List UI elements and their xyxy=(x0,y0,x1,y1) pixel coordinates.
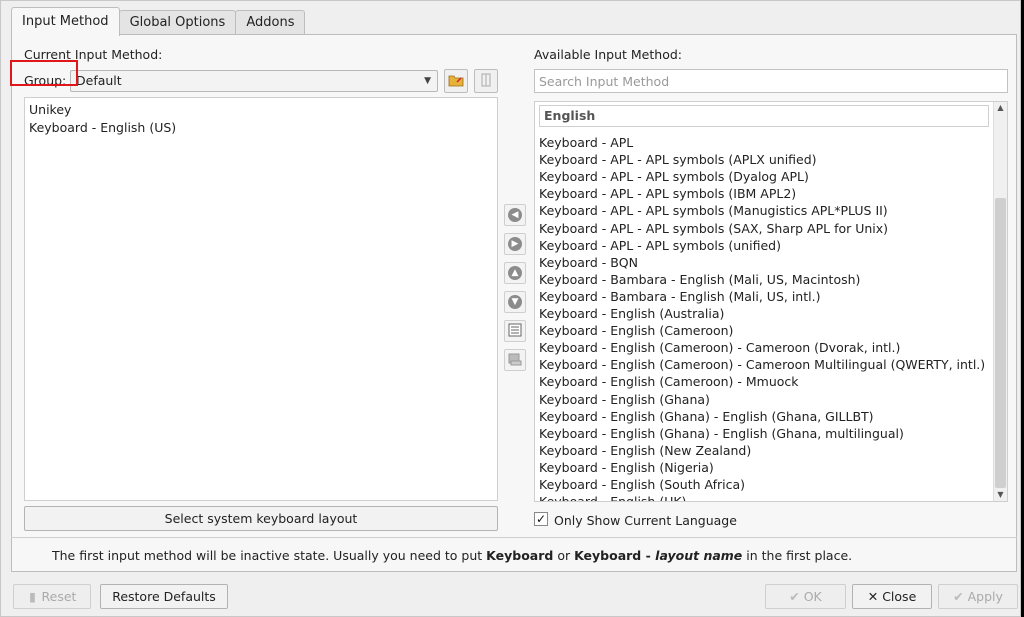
list-item[interactable]: Keyboard - Bambara - English (Mali, US, … xyxy=(539,288,820,305)
list-item[interactable]: Keyboard - APL - APL symbols (Manugistic… xyxy=(539,202,888,219)
chevron-down-icon: ▼ xyxy=(424,76,431,86)
highlight-box xyxy=(10,60,78,86)
list-item[interactable]: Keyboard - BQN xyxy=(539,254,638,271)
hint-suffix: in the first place. xyxy=(742,548,853,563)
configure-button[interactable] xyxy=(504,320,526,342)
keyboard-layout-button[interactable] xyxy=(504,349,526,371)
only-show-current-language-label: Only Show Current Language xyxy=(554,513,737,528)
remove-button[interactable]: ◀ xyxy=(504,204,526,226)
list-item[interactable]: Keyboard - APL - APL symbols (APLX unifi… xyxy=(539,151,817,168)
list-item[interactable]: Keyboard - English (Australia) xyxy=(539,305,724,322)
keyboard-config-icon xyxy=(478,72,494,91)
scroll-up-icon[interactable]: ▲ xyxy=(994,102,1007,114)
apply-button[interactable]: ✔ Apply xyxy=(938,584,1018,609)
hint-mid: or xyxy=(553,548,575,563)
close-x-icon: ✕ xyxy=(867,589,879,604)
hint-prefix: The first input method will be inactive … xyxy=(52,548,487,563)
move-down-button[interactable]: ▼ xyxy=(504,291,526,313)
close-button[interactable]: ✕ Close xyxy=(852,584,932,609)
current-input-method-list[interactable]: Unikey Keyboard - English (US) xyxy=(24,97,498,501)
list-item[interactable]: Keyboard - English (South Africa) xyxy=(539,476,745,493)
list-item[interactable]: Keyboard - APL - APL symbols (SAX, Sharp… xyxy=(539,220,888,237)
list-item[interactable]: Keyboard - English (Ghana) - English (Gh… xyxy=(539,408,874,425)
keyboard-config-button[interactable] xyxy=(474,69,498,93)
close-label: Close xyxy=(882,589,917,604)
reset-button[interactable]: ▮ Reset xyxy=(13,584,91,609)
ok-label: OK xyxy=(803,589,822,604)
separator xyxy=(11,537,1017,538)
group-config-button[interactable] xyxy=(444,69,468,93)
group-select[interactable]: Default ▼ xyxy=(70,70,438,92)
ok-button[interactable]: ✔ OK xyxy=(765,584,846,609)
hint-bold-keyboard-layout: Keyboard - layout name xyxy=(574,548,742,563)
available-input-method-label: Available Input Method: xyxy=(534,47,682,62)
input-method-panel: Current Input Method: Group: Default ▼ U… xyxy=(11,34,1017,572)
tab-addons[interactable]: Addons xyxy=(235,10,306,36)
search-input[interactable] xyxy=(534,69,1008,93)
scroll-down-icon[interactable]: ▼ xyxy=(994,489,1007,501)
list-item[interactable]: Keyboard - APL - APL symbols (unified) xyxy=(539,237,781,254)
folder-settings-icon xyxy=(448,72,464,91)
list-item[interactable]: Keyboard - English (Cameroon) - Mmuock xyxy=(539,373,799,390)
select-system-keyboard-layout-button[interactable]: Select system keyboard layout xyxy=(24,506,498,531)
list-item[interactable]: Keyboard - English (Cameroon) - Cameroon… xyxy=(539,339,900,356)
arrow-right-icon: ▶ xyxy=(508,237,522,251)
tab-bar: Input Method Global Options Addons xyxy=(11,7,306,36)
list-item[interactable]: Keyboard - English (Ghana) - English (Gh… xyxy=(539,425,904,442)
available-input-method-list[interactable]: English Keyboard - APL Keyboard - APL - A… xyxy=(534,101,1008,502)
arrow-left-icon: ◀ xyxy=(508,208,522,222)
list-item[interactable]: Keyboard - Bambara - English (Mali, US, … xyxy=(539,271,860,288)
scrollbar-thumb[interactable] xyxy=(995,198,1006,488)
vertical-scrollbar[interactable]: ▲ ▼ xyxy=(993,102,1007,501)
hint-bold-prefix: Keyboard - xyxy=(574,548,656,563)
broom-icon: ▮ xyxy=(29,589,36,604)
apply-check-icon: ✔ xyxy=(953,589,964,604)
list-item[interactable]: Keyboard - APL - APL symbols (Dyalog APL… xyxy=(539,168,809,185)
move-up-button[interactable]: ▲ xyxy=(504,262,526,284)
list-item[interactable]: Unikey xyxy=(29,101,71,118)
ok-check-icon: ✔ xyxy=(789,589,800,604)
list-item[interactable]: Keyboard - English (Ghana) xyxy=(539,391,710,408)
list-item[interactable]: Keyboard - English (UK) xyxy=(539,493,686,501)
list-item[interactable]: Keyboard - English (Cameroon) xyxy=(539,322,733,339)
arrow-up-icon: ▲ xyxy=(508,266,522,280)
restore-defaults-button[interactable]: Restore Defaults xyxy=(100,584,228,609)
list-item[interactable]: Keyboard - English (Nigeria) xyxy=(539,459,714,476)
hint-bold-keyboard: Keyboard xyxy=(486,548,554,563)
input-method-config-window: Input Method Global Options Addons Curre… xyxy=(0,0,1021,617)
hint-text: The first input method will be inactive … xyxy=(52,548,852,563)
apply-label: Apply xyxy=(967,589,1003,604)
list-item[interactable]: Keyboard - English (Cameroon) - Cameroon… xyxy=(539,356,985,373)
category-header[interactable]: English xyxy=(539,105,989,127)
configure-icon xyxy=(508,323,522,340)
tab-input-method[interactable]: Input Method xyxy=(11,7,120,36)
reset-label: Reset xyxy=(41,589,77,604)
list-item[interactable]: Keyboard - English (US) xyxy=(29,119,176,136)
list-item[interactable]: Keyboard - APL - APL symbols (IBM APL2) xyxy=(539,185,796,202)
keyboard-layout-icon xyxy=(508,352,522,369)
tab-global-options[interactable]: Global Options xyxy=(118,10,237,36)
list-item[interactable]: Keyboard - English (New Zealand) xyxy=(539,442,751,459)
add-button[interactable]: ▶ xyxy=(504,233,526,255)
only-show-current-language-checkbox[interactable]: ✓ xyxy=(534,512,548,526)
arrow-down-icon: ▼ xyxy=(508,295,522,309)
hint-layout-name: layout name xyxy=(655,548,743,563)
group-select-value: Default xyxy=(76,73,122,88)
list-item[interactable]: Keyboard - APL xyxy=(539,134,633,151)
